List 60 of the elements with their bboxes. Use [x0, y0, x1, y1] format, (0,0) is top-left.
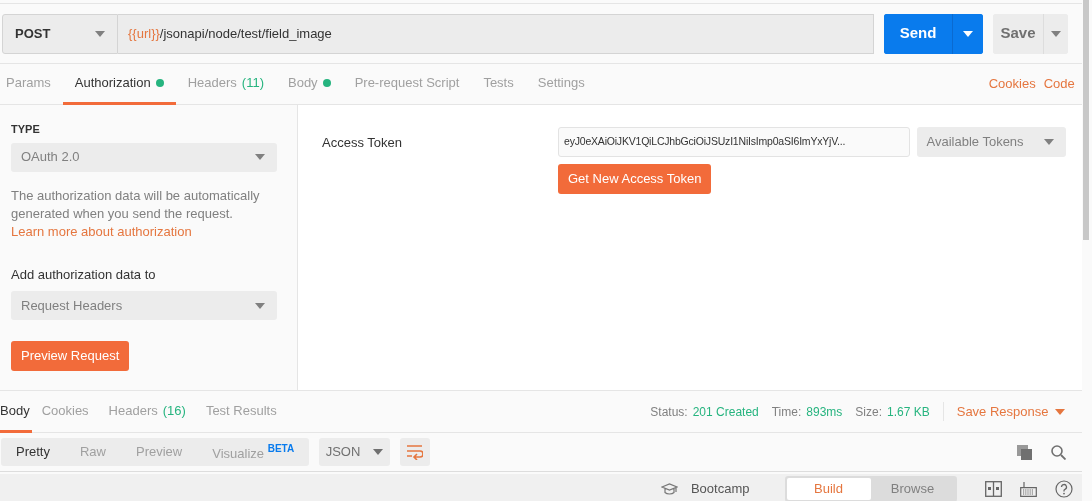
copy-button[interactable] — [1014, 444, 1035, 460]
auth-type-dropdown[interactable]: OAuth 2.0 — [11, 142, 277, 172]
learn-more-link[interactable]: Learn more about authorization — [11, 223, 192, 239]
size-label: Size: — [855, 403, 882, 421]
request-tab[interactable]: Body — [276, 64, 343, 105]
wrap-icon — [406, 444, 424, 460]
graduation-cap-icon — [660, 483, 678, 495]
type-label: TYPE — [11, 122, 41, 137]
view-tab[interactable]: Pretty — [1, 438, 65, 466]
request-tab[interactable]: Settings — [525, 64, 597, 105]
available-tokens-dropdown[interactable]: Available Tokens — [916, 127, 1066, 157]
caret-icon — [255, 154, 265, 160]
access-token-label: Access Token — [322, 134, 403, 152]
mode-toggle[interactable]: Build — [786, 478, 871, 500]
send-options-button[interactable] — [952, 13, 983, 54]
caret-icon — [255, 302, 265, 309]
scrollbar[interactable] — [1083, 0, 1089, 240]
caret-icon — [1043, 139, 1054, 145]
view-tab[interactable]: Raw — [64, 438, 121, 466]
response-tab[interactable]: Body — [0, 391, 32, 433]
url-field[interactable]: {{url}}/jsonapi/node/test/field_image — [118, 13, 874, 54]
response-tab[interactable]: Headers (16) — [98, 391, 196, 433]
caret-icon — [1055, 408, 1065, 415]
mode-toggle[interactable]: Browse — [870, 478, 955, 500]
status-label: Status: — [650, 403, 688, 421]
add-to-label: Add authorization data to — [11, 265, 157, 284]
search-button[interactable] — [1048, 444, 1069, 460]
description-text: The authorization data will be automatically generated when you send the request. Learn more about authorization — [11, 186, 261, 241]
two-pane-icon — [984, 481, 1002, 497]
request-tab[interactable]: Pre-request Script — [342, 64, 472, 105]
bootcamp-button[interactable]: Bootcamp — [657, 479, 753, 499]
request-tab[interactable]: Headers (11) — [175, 64, 276, 105]
request-tab[interactable]: Params — [6, 64, 63, 105]
access-token-field[interactable]: eyJ0eXAiOiJKV1QiLCJhbGciOiJSUzI1NiIsImp0aSI6ImYxYjV... — [558, 127, 910, 157]
get-token-button[interactable]: Get New Access Token — [558, 163, 712, 194]
keyboard-icon — [1019, 481, 1037, 497]
status-value: 201 Created — [692, 403, 759, 421]
view-tab[interactable]: Visualize $^{BETA}$ — [197, 438, 310, 466]
time-label: Time: — [771, 403, 802, 421]
request-tab[interactable]: Tests — [471, 64, 526, 105]
preview-request-button[interactable]: Preview Request — [11, 341, 130, 371]
response-tab[interactable]: Test Results — [195, 391, 287, 433]
response-tab[interactable]: Cookies — [31, 391, 99, 433]
method-dropdown[interactable]: POST — [2, 13, 118, 54]
header-link[interactable]: Cookies — [984, 74, 1040, 94]
caret-icon — [373, 449, 384, 455]
help-icon — [1054, 480, 1073, 498]
wrap-button[interactable] — [399, 438, 430, 466]
save-response-button[interactable]: Save Response — [942, 401, 1069, 422]
caret-icon — [963, 30, 973, 37]
time-value: 893ms — [806, 403, 843, 421]
header-link[interactable]: Code — [1039, 74, 1079, 94]
format-dropdown[interactable]: JSON — [319, 438, 390, 466]
size-value: 1.67 KB — [887, 403, 930, 421]
add-to-dropdown[interactable]: Request Headers — [11, 291, 277, 320]
view-tab[interactable]: Preview — [121, 438, 198, 466]
caret-icon — [1051, 30, 1061, 37]
search-icon — [1051, 444, 1066, 460]
copy-icon — [1017, 444, 1032, 460]
caret-icon — [95, 30, 105, 37]
